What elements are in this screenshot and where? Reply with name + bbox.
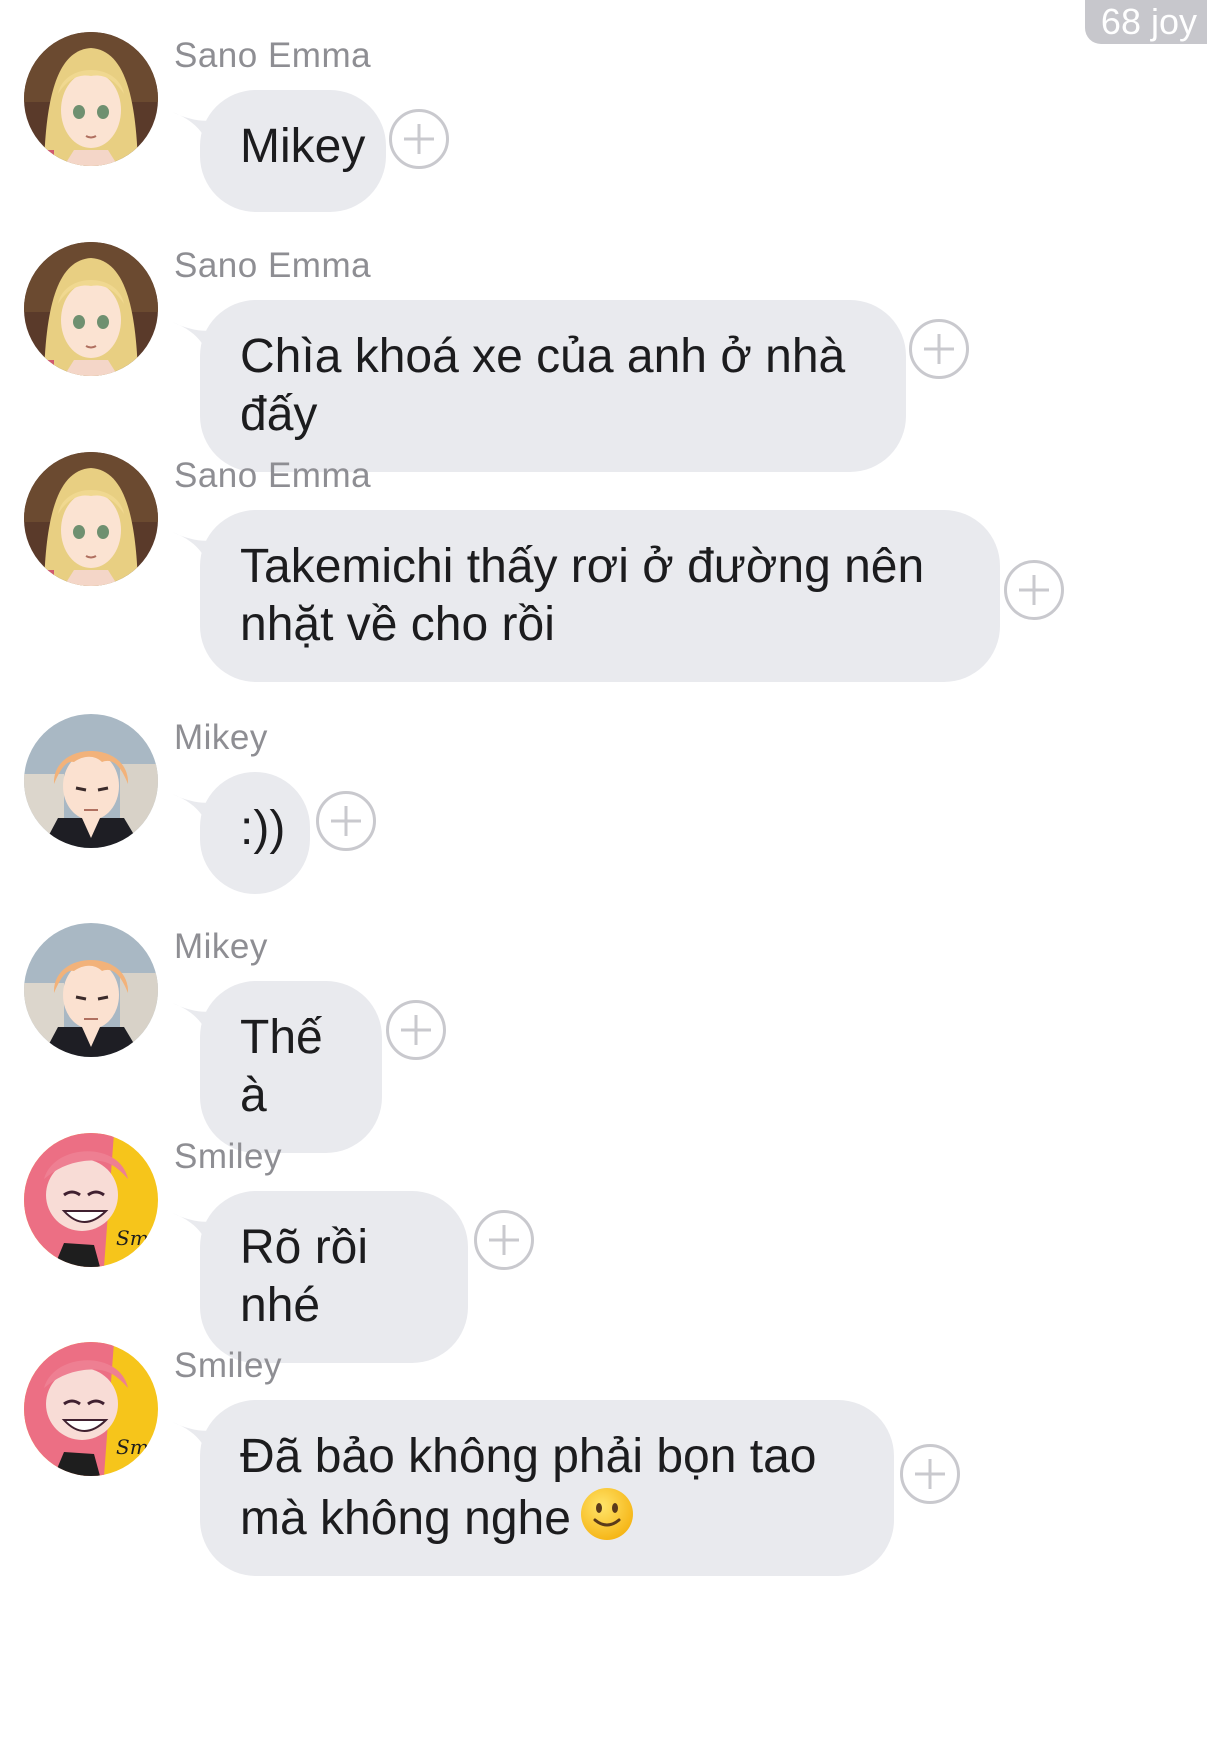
add-reaction-icon[interactable] — [1004, 560, 1064, 620]
message-text: Takemichi thấy rơi ở đường nên nhặt về c… — [240, 540, 925, 651]
message-bubble[interactable]: Takemichi thấy rơi ở đường nên nhặt về c… — [200, 510, 1000, 682]
reaction-count-badge: 68 joy — [1084, 0, 1207, 44]
sender-name: Mikey — [174, 718, 268, 757]
add-reaction-icon[interactable] — [909, 319, 969, 379]
message-bubble[interactable]: Rõ rồi nhé — [200, 1191, 468, 1363]
add-reaction-icon[interactable] — [389, 109, 449, 169]
emma-avatar[interactable] — [24, 32, 158, 166]
sender-name: Smiley — [174, 1346, 283, 1385]
add-reaction-icon[interactable] — [386, 1000, 446, 1060]
message-text: Thế à — [240, 1011, 323, 1122]
add-reaction-icon[interactable] — [474, 1210, 534, 1270]
message-text: Rõ rồi nhé — [240, 1221, 369, 1332]
slightly-smiling-face-icon — [580, 1488, 633, 1540]
message-bubble[interactable]: Đã bảo không phải bọn tao mà không nghe — [200, 1400, 894, 1576]
sender-name: Sano Emma — [174, 456, 372, 495]
message-text: :)) — [240, 802, 286, 855]
message-bubble[interactable]: :)) — [200, 772, 310, 894]
emma-avatar[interactable] — [24, 242, 158, 376]
smiley-avatar[interactable] — [24, 1133, 158, 1267]
add-reaction-icon[interactable] — [316, 791, 376, 851]
message-bubble[interactable]: Chìa khoá xe của anh ở nhà đấy — [200, 300, 906, 472]
message-text: Đã bảo không phải bọn tao mà không nghe — [240, 1430, 817, 1545]
mikey-avatar[interactable] — [24, 923, 158, 1057]
sender-name: Smiley — [174, 1137, 283, 1176]
message-text: Mikey — [240, 120, 366, 173]
add-reaction-icon[interactable] — [900, 1444, 960, 1504]
emma-avatar[interactable] — [24, 452, 158, 586]
sender-name: Sano Emma — [174, 36, 372, 75]
sender-name: Sano Emma — [174, 246, 372, 285]
message-bubble[interactable]: Thế à — [200, 981, 382, 1153]
smiley-avatar[interactable] — [24, 1342, 158, 1476]
sender-name: Mikey — [174, 927, 268, 966]
mikey-avatar[interactable] — [24, 714, 158, 848]
message-bubble[interactable]: Mikey — [200, 90, 386, 212]
message-text: Chìa khoá xe của anh ở nhà đấy — [240, 330, 846, 441]
